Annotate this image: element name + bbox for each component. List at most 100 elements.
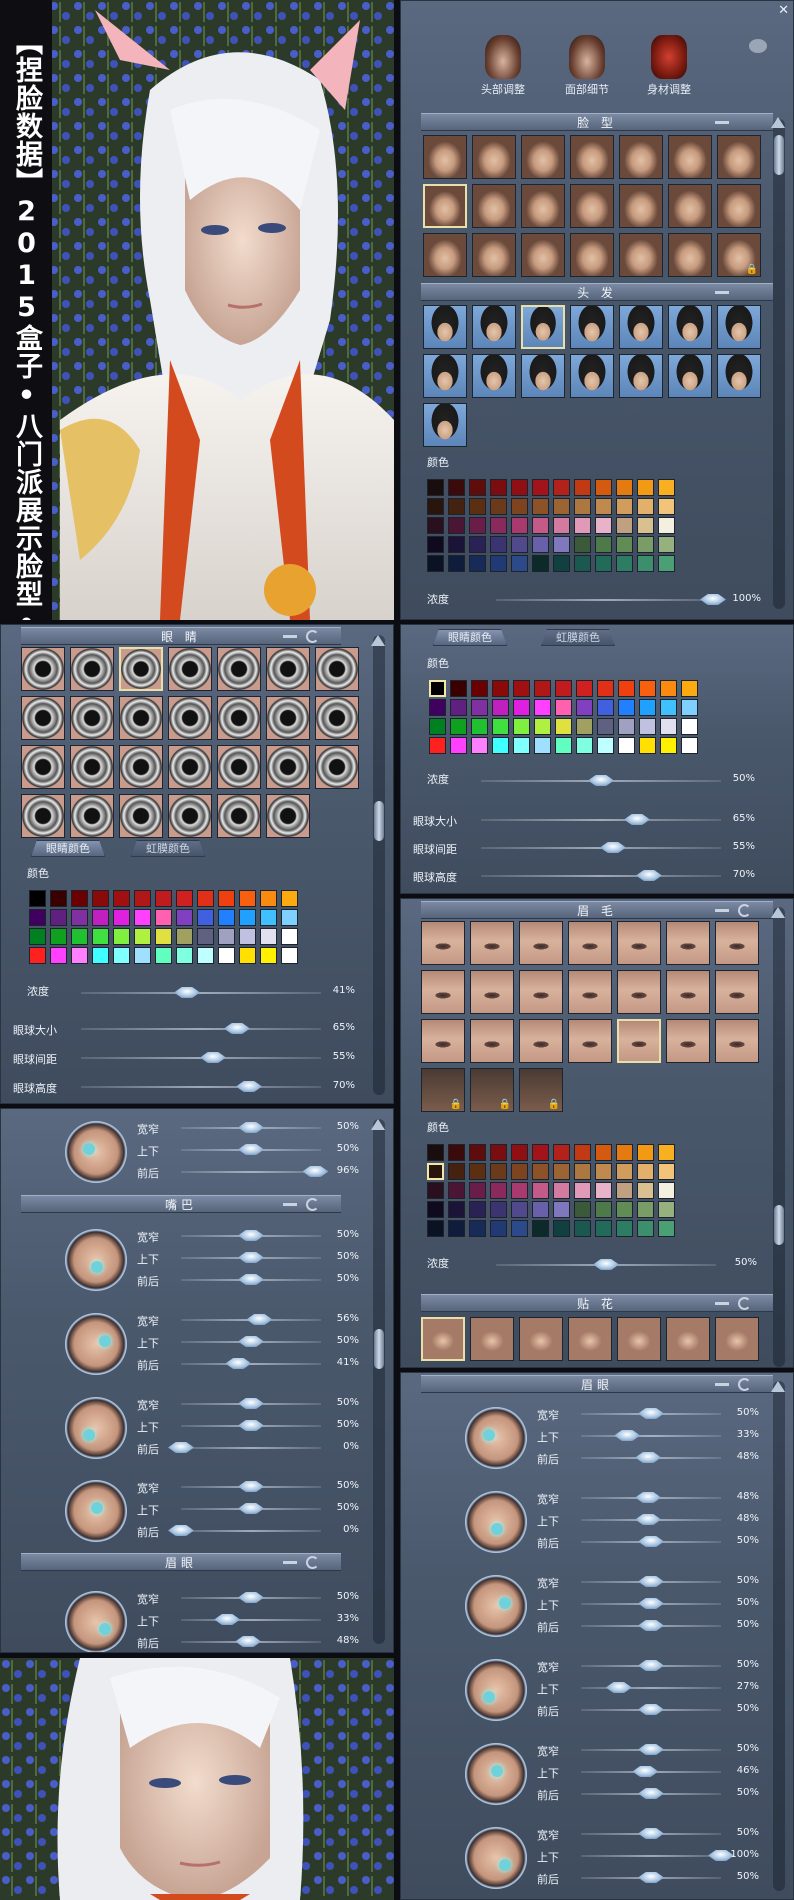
color-swatch[interactable]: [553, 1182, 570, 1199]
eyebrow-option[interactable]: [568, 1019, 612, 1063]
slider-knob[interactable]: [224, 1023, 250, 1034]
eyebrow-option[interactable]: [568, 970, 612, 1014]
color-swatch[interactable]: [660, 699, 677, 716]
color-swatch[interactable]: [469, 1201, 486, 1218]
slider-knob[interactable]: [632, 1766, 659, 1777]
reset-icon[interactable]: [738, 1378, 751, 1391]
color-swatch[interactable]: [490, 498, 507, 515]
color-swatch[interactable]: [534, 680, 551, 697]
color-swatch[interactable]: [427, 536, 444, 553]
color-swatch[interactable]: [450, 699, 467, 716]
color-swatch[interactable]: [574, 536, 591, 553]
slider-track[interactable]: [181, 1530, 321, 1532]
color-swatch[interactable]: [513, 718, 530, 735]
slider-knob[interactable]: [200, 1052, 226, 1063]
slider-knob[interactable]: [600, 842, 626, 853]
color-swatch[interactable]: [576, 718, 593, 735]
color-swatch[interactable]: [616, 536, 633, 553]
reset-icon[interactable]: [306, 1198, 319, 1211]
color-swatch[interactable]: [616, 1144, 633, 1161]
color-swatch[interactable]: [553, 1201, 570, 1218]
color-swatch[interactable]: [490, 1144, 507, 1161]
slider-knob[interactable]: [638, 1788, 664, 1799]
color-swatch[interactable]: [660, 680, 677, 697]
section-brow-eye[interactable]: 眉眼: [21, 1553, 341, 1571]
tab-eye-color[interactable]: 眼睛颜色: [433, 629, 507, 646]
slider-track[interactable]: [481, 819, 721, 821]
color-swatch[interactable]: [513, 680, 530, 697]
color-swatch[interactable]: [176, 890, 193, 907]
eyebrow-option[interactable]: [666, 970, 710, 1014]
face-shape-option[interactable]: [521, 135, 565, 179]
color-swatch[interactable]: [658, 1144, 675, 1161]
color-swatch[interactable]: [597, 699, 614, 716]
color-swatch[interactable]: [113, 928, 130, 945]
hair-style-option[interactable]: [423, 305, 467, 349]
color-swatch[interactable]: [448, 1163, 465, 1180]
color-swatch[interactable]: [471, 699, 488, 716]
face-shape-option[interactable]: [423, 135, 467, 179]
eyebrow-option[interactable]: [470, 1019, 514, 1063]
iris-option[interactable]: [315, 696, 359, 740]
color-swatch[interactable]: [197, 890, 214, 907]
iris-option[interactable]: [70, 696, 114, 740]
color-swatch[interactable]: [595, 536, 612, 553]
color-swatch[interactable]: [197, 947, 214, 964]
color-swatch[interactable]: [637, 517, 654, 534]
slider-knob[interactable]: [638, 1576, 664, 1587]
color-swatch[interactable]: [260, 928, 277, 945]
iris-option[interactable]: [21, 647, 65, 691]
iris-option[interactable]: [266, 647, 310, 691]
face-shape-option[interactable]: [717, 135, 761, 179]
tab-face-detail[interactable]: 面部细节: [557, 35, 617, 97]
section-hair[interactable]: 头 发: [421, 283, 773, 301]
collapse-icon[interactable]: [715, 121, 729, 124]
color-swatch[interactable]: [576, 699, 593, 716]
slider-knob[interactable]: [238, 1252, 264, 1263]
slider-knob[interactable]: [168, 1442, 194, 1453]
color-swatch[interactable]: [92, 928, 109, 945]
color-swatch[interactable]: [448, 498, 465, 515]
color-swatch[interactable]: [511, 1163, 528, 1180]
scroll-up-icon[interactable]: [371, 635, 385, 646]
color-swatch[interactable]: [427, 479, 444, 496]
color-swatch[interactable]: [450, 718, 467, 735]
iris-option[interactable]: [266, 745, 310, 789]
hair-style-option[interactable]: [472, 354, 516, 398]
color-swatch[interactable]: [427, 1220, 444, 1237]
face-shape-option[interactable]: [668, 184, 712, 228]
slider-knob[interactable]: [638, 1872, 664, 1883]
slider-knob[interactable]: [638, 1660, 664, 1671]
color-swatch[interactable]: [576, 680, 593, 697]
scroll-thumb[interactable]: [374, 801, 384, 841]
color-swatch[interactable]: [281, 928, 298, 945]
color-swatch[interactable]: [534, 718, 551, 735]
color-swatch[interactable]: [658, 1220, 675, 1237]
color-swatch[interactable]: [574, 555, 591, 572]
eyebrow-option[interactable]: [519, 921, 563, 965]
color-swatch[interactable]: [197, 909, 214, 926]
scroll-thumb[interactable]: [774, 1205, 784, 1245]
hair-style-option[interactable]: [570, 305, 614, 349]
face-shape-option[interactable]: [423, 184, 467, 228]
color-swatch[interactable]: [29, 947, 46, 964]
face-shape-option[interactable]: [570, 233, 614, 277]
color-swatch[interactable]: [616, 1182, 633, 1199]
color-swatch[interactable]: [155, 890, 172, 907]
color-swatch[interactable]: [113, 909, 130, 926]
color-swatch[interactable]: [113, 890, 130, 907]
collapse-icon[interactable]: [283, 1203, 297, 1206]
slider-knob[interactable]: [638, 1828, 664, 1839]
color-swatch[interactable]: [71, 890, 88, 907]
eyebrow-option[interactable]: [470, 970, 514, 1014]
color-swatch[interactable]: [50, 890, 67, 907]
section-eyes[interactable]: 眼 睛: [21, 627, 341, 645]
color-swatch[interactable]: [469, 479, 486, 496]
color-swatch[interactable]: [427, 555, 444, 572]
color-swatch[interactable]: [492, 718, 509, 735]
tab-head-adjust[interactable]: 头部调整: [473, 35, 533, 97]
color-swatch[interactable]: [511, 1144, 528, 1161]
color-swatch[interactable]: [490, 517, 507, 534]
scroll-up-icon[interactable]: [771, 117, 785, 128]
collapse-icon[interactable]: [715, 1383, 729, 1386]
